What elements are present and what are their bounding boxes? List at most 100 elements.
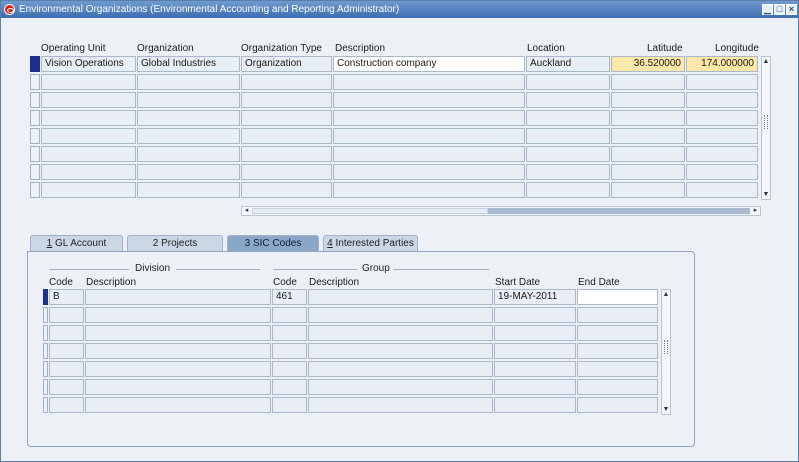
scroll-right-icon[interactable]: ▸ (751, 207, 760, 215)
org-empty-cell[interactable] (333, 92, 525, 108)
scroll-grip-icon[interactable] (764, 115, 768, 129)
org-empty-cell[interactable] (137, 128, 240, 144)
tab-gl-account[interactable]: 1 GL Account (30, 235, 123, 252)
org-empty-cell[interactable] (526, 182, 610, 198)
org-empty-cell[interactable] (241, 74, 332, 90)
record-indicator-empty[interactable] (30, 146, 40, 162)
group-description-field[interactable] (308, 289, 493, 305)
org-empty-cell[interactable] (526, 164, 610, 180)
sic-scroll-up-icon[interactable]: ▲ (662, 290, 670, 299)
sic-empty-cell[interactable] (494, 343, 576, 359)
org-empty-cell[interactable] (333, 164, 525, 180)
record-indicator-empty[interactable] (30, 74, 40, 90)
organization-type-field[interactable]: Organization (241, 56, 332, 72)
sic-empty-cell[interactable] (85, 307, 271, 323)
sic-empty-cell[interactable] (272, 397, 307, 413)
org-empty-cell[interactable] (686, 146, 758, 162)
sic-empty-cell[interactable] (494, 379, 576, 395)
sic-empty-cell[interactable] (49, 343, 84, 359)
org-empty-cell[interactable] (137, 146, 240, 162)
sic-empty-cell[interactable] (272, 361, 307, 377)
sic-empty-cell[interactable] (308, 361, 493, 377)
sic-empty-cell[interactable] (49, 361, 84, 377)
sic-record-indicator-empty[interactable] (43, 343, 48, 359)
org-empty-cell[interactable] (526, 74, 610, 90)
close-icon[interactable]: × (786, 4, 797, 15)
sic-record-indicator-empty[interactable] (43, 307, 48, 323)
org-empty-cell[interactable] (241, 110, 332, 126)
sic-scroll-grip-icon[interactable] (664, 340, 668, 354)
org-empty-cell[interactable] (526, 110, 610, 126)
end-date-field[interactable] (577, 289, 658, 305)
org-empty-cell[interactable] (611, 110, 685, 126)
sic-empty-cell[interactable] (272, 307, 307, 323)
tab-interested-parties[interactable]: 4 Interested Parties (323, 235, 418, 252)
org-empty-cell[interactable] (137, 74, 240, 90)
sic-record-indicator-empty[interactable] (43, 379, 48, 395)
org-empty-cell[interactable] (333, 182, 525, 198)
sic-empty-cell[interactable] (308, 325, 493, 341)
org-empty-cell[interactable] (611, 74, 685, 90)
org-table-horizontal-scrollbar[interactable]: ◂ ▸ (241, 206, 761, 216)
sic-scroll-down-icon[interactable]: ▼ (662, 405, 670, 414)
org-empty-cell[interactable] (686, 110, 758, 126)
org-empty-cell[interactable] (241, 128, 332, 144)
sic-empty-cell[interactable] (308, 343, 493, 359)
sic-empty-cell[interactable] (49, 325, 84, 341)
sic-empty-cell[interactable] (494, 325, 576, 341)
sic-record-indicator-empty[interactable] (43, 325, 48, 341)
org-empty-cell[interactable] (41, 74, 136, 90)
minimize-icon[interactable]: ▁ (762, 4, 773, 15)
record-indicator-empty[interactable] (30, 164, 40, 180)
org-empty-cell[interactable] (686, 182, 758, 198)
org-empty-cell[interactable] (526, 92, 610, 108)
scroll-up-icon[interactable]: ▲ (762, 57, 770, 66)
sic-record-indicator-empty[interactable] (43, 397, 48, 413)
organization-field[interactable]: Global Industries (137, 56, 240, 72)
division-code-field[interactable]: B (49, 289, 84, 305)
org-empty-cell[interactable] (526, 146, 610, 162)
sic-empty-cell[interactable] (49, 307, 84, 323)
latitude-field[interactable]: 36.520000 (611, 56, 685, 72)
org-empty-cell[interactable] (333, 110, 525, 126)
sic-empty-cell[interactable] (577, 361, 658, 377)
org-empty-cell[interactable] (137, 92, 240, 108)
org-empty-cell[interactable] (241, 146, 332, 162)
longitude-field[interactable]: 174.000000 (686, 56, 758, 72)
horizontal-scroll-thumb[interactable] (252, 208, 488, 214)
org-empty-cell[interactable] (41, 110, 136, 126)
sic-empty-cell[interactable] (308, 307, 493, 323)
org-empty-cell[interactable] (41, 128, 136, 144)
org-empty-cell[interactable] (611, 128, 685, 144)
scroll-down-icon[interactable]: ▼ (762, 190, 770, 199)
group-code-field[interactable]: 461 (272, 289, 307, 305)
record-indicator[interactable] (30, 56, 40, 72)
sic-empty-cell[interactable] (494, 307, 576, 323)
sic-empty-cell[interactable] (85, 325, 271, 341)
sic-empty-cell[interactable] (272, 325, 307, 341)
maximize-icon[interactable]: □ (774, 4, 785, 15)
org-empty-cell[interactable] (526, 128, 610, 144)
org-empty-cell[interactable] (611, 164, 685, 180)
sic-record-indicator[interactable] (43, 289, 48, 305)
org-empty-cell[interactable] (333, 128, 525, 144)
org-empty-cell[interactable] (241, 182, 332, 198)
sic-empty-cell[interactable] (49, 397, 84, 413)
sic-empty-cell[interactable] (85, 343, 271, 359)
sic-empty-cell[interactable] (85, 397, 271, 413)
org-empty-cell[interactable] (41, 164, 136, 180)
sic-empty-cell[interactable] (308, 379, 493, 395)
sic-empty-cell[interactable] (577, 379, 658, 395)
org-empty-cell[interactable] (611, 182, 685, 198)
org-empty-cell[interactable] (686, 74, 758, 90)
description-field[interactable]: Construction company (333, 56, 525, 72)
org-table-vertical-scrollbar[interactable]: ▲ ▼ (761, 56, 771, 200)
sic-empty-cell[interactable] (494, 361, 576, 377)
org-empty-cell[interactable] (41, 92, 136, 108)
record-indicator-empty[interactable] (30, 92, 40, 108)
sic-empty-cell[interactable] (272, 379, 307, 395)
sic-empty-cell[interactable] (308, 397, 493, 413)
org-empty-cell[interactable] (137, 164, 240, 180)
org-empty-cell[interactable] (41, 146, 136, 162)
org-empty-cell[interactable] (611, 146, 685, 162)
